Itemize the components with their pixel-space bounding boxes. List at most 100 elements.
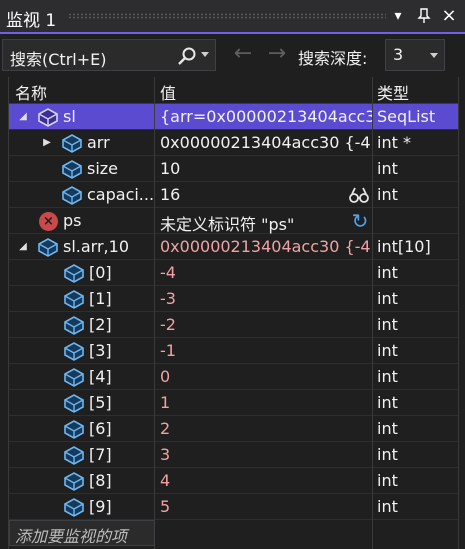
search-options-chevron-down-icon[interactable] <box>201 52 209 57</box>
watch-value[interactable]: -1 <box>160 341 372 360</box>
watch-type: int <box>377 159 398 178</box>
watch-row[interactable]: [5] 1 int <box>9 390 458 416</box>
pin-icon[interactable] <box>412 4 436 28</box>
watch-name[interactable]: sl.arr,10 <box>63 237 129 256</box>
watch-value[interactable]: -2 <box>160 315 372 334</box>
add-watch-input[interactable]: 添加要监视的项 <box>9 520 155 546</box>
watch-type: int <box>377 185 398 204</box>
cube-icon <box>63 471 85 491</box>
watch-value[interactable]: -4 <box>160 263 372 282</box>
refresh-icon[interactable]: ↻ <box>349 210 371 232</box>
watch-type: int <box>377 341 398 360</box>
collapse-icon[interactable]: ◢ <box>17 234 29 260</box>
watch-row[interactable]: × ps 未定义标识符 "ps" ↻ <box>9 208 458 234</box>
close-icon[interactable]: × <box>437 4 461 28</box>
watch-value[interactable]: 未定义标识符 "ps" <box>160 211 372 235</box>
column-divider[interactable] <box>154 77 155 549</box>
watch-name[interactable]: capaci... <box>87 185 154 204</box>
watch-row[interactable]: [4] 0 int <box>9 364 458 390</box>
forward-arrow-icon[interactable]: → <box>262 41 292 69</box>
watch-name[interactable]: arr <box>87 133 110 152</box>
watch-name[interactable]: [2] <box>89 315 112 334</box>
watch-name[interactable]: [5] <box>89 393 112 412</box>
watch-name[interactable]: [7] <box>89 445 112 464</box>
watch-window-titlebar[interactable]: 监视 1 ▾ × <box>0 0 465 34</box>
watch-name[interactable]: [4] <box>89 367 112 386</box>
watch-value[interactable]: 4 <box>160 471 372 490</box>
watch-name[interactable]: [8] <box>89 471 112 490</box>
watch-row[interactable]: [6] 2 int <box>9 416 458 442</box>
watch-value[interactable]: 10 <box>160 159 372 178</box>
chevron-down-icon[interactable] <box>430 53 438 58</box>
watch-value[interactable]: 0 <box>160 367 372 386</box>
watch-name[interactable]: [0] <box>89 263 112 282</box>
watch-type: int <box>377 471 398 490</box>
watch-value[interactable]: 0x00000213404acc30 {-4... <box>160 237 372 256</box>
cube-icon <box>37 237 59 257</box>
watch-row[interactable]: size 10 int <box>9 156 458 182</box>
column-header-value[interactable]: 值 <box>160 80 176 104</box>
watch-row[interactable]: ◢ sl {arr=0x00000213404acc30 {-4} SeqList <box>9 104 458 130</box>
back-arrow-icon[interactable]: ← <box>228 41 258 69</box>
watch-value[interactable]: 1 <box>160 393 372 412</box>
cube-icon <box>37 107 59 127</box>
search-depth-select[interactable]: 3 <box>385 39 445 71</box>
search-input[interactable]: 搜索(Ctrl+E) <box>2 39 216 71</box>
watch-name[interactable]: size <box>87 159 118 178</box>
watch-name[interactable]: [6] <box>89 419 112 438</box>
watch-type: int[10] <box>377 237 431 256</box>
watch-row[interactable]: [8] 4 int <box>9 468 458 494</box>
search-icon[interactable] <box>177 46 197 66</box>
watch-name[interactable]: sl <box>63 107 76 126</box>
watch-value[interactable]: 2 <box>160 419 372 438</box>
cube-icon <box>61 159 83 179</box>
watch-name[interactable]: [3] <box>89 341 112 360</box>
search-depth-label: 搜索深度: <box>298 49 368 68</box>
window-title: 监视 1 <box>6 11 57 31</box>
watch-type: int <box>377 445 398 464</box>
grid-header: 名称 值 类型 <box>9 77 458 104</box>
cube-icon <box>63 289 85 309</box>
watch-row[interactable]: [1] -3 int <box>9 286 458 312</box>
collapse-icon[interactable]: ◢ <box>17 104 29 130</box>
watch-type: int <box>377 393 398 412</box>
watch-value[interactable]: 5 <box>160 497 372 516</box>
watch-row[interactable]: [2] -2 int <box>9 312 458 338</box>
watch-row[interactable]: [7] 3 int <box>9 442 458 468</box>
watch-value[interactable]: {arr=0x00000213404acc30 {-4} <box>160 107 372 126</box>
watch-value[interactable]: -3 <box>160 289 372 308</box>
watch-value[interactable]: 16 <box>160 185 372 204</box>
window-menu-dropdown-icon[interactable]: ▾ <box>386 4 410 28</box>
column-header-type[interactable]: 类型 <box>377 80 409 104</box>
cube-icon <box>61 133 83 153</box>
column-divider[interactable] <box>372 77 373 549</box>
watch-row[interactable]: ◢ sl.arr,10 0x00000213404acc30 {-4... int[1… <box>9 234 458 260</box>
watch-value[interactable]: 0x00000213404acc30 {-4} <box>160 133 372 152</box>
expand-icon[interactable]: ▶ <box>41 130 53 156</box>
watch-name[interactable]: [1] <box>89 289 112 308</box>
watch-type: int <box>377 497 398 516</box>
watch-row[interactable]: [3] -1 int <box>9 338 458 364</box>
watch-value[interactable]: 3 <box>160 445 372 464</box>
watch-toolbar: 搜索(Ctrl+E) ← → 搜索深度: 3 <box>0 36 465 76</box>
watch-name[interactable]: [9] <box>89 497 112 516</box>
cube-icon <box>63 445 85 465</box>
watch-grid: 名称 值 类型 ◢ sl {arr=0x00000213404acc30 {-4} S… <box>8 77 459 549</box>
search-depth-value: 3 <box>393 45 404 64</box>
watch-type: int <box>377 419 398 438</box>
add-watch-placeholder: 添加要监视的项 <box>15 527 128 546</box>
error-icon: × <box>39 212 58 231</box>
cube-icon <box>61 185 83 205</box>
watch-name[interactable]: ps <box>63 211 82 230</box>
column-header-name[interactable]: 名称 <box>15 80 47 104</box>
cube-icon <box>63 263 85 283</box>
visualizer-glasses-icon[interactable] <box>348 185 370 205</box>
cube-icon <box>63 367 85 387</box>
watch-row[interactable]: [0] -4 int <box>9 260 458 286</box>
drag-grip[interactable] <box>68 13 386 19</box>
watch-row[interactable]: ▶ arr 0x00000213404acc30 {-4} int * <box>9 130 458 156</box>
watch-row[interactable]: capaci... 16 int <box>9 182 458 208</box>
watch-type: SeqList <box>377 107 436 126</box>
watch-row[interactable]: [9] 5 int <box>9 494 458 520</box>
cube-icon <box>63 393 85 413</box>
